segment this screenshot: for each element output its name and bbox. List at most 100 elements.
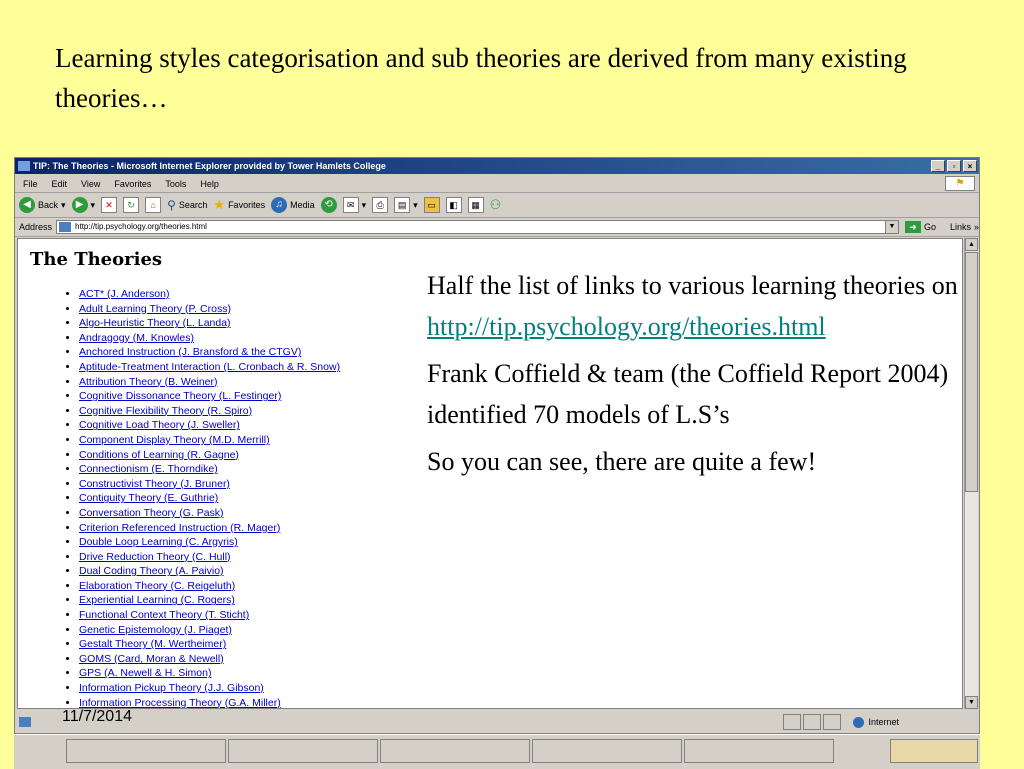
go-button[interactable]: ➜ Go [904, 221, 936, 233]
list-item: Information Pickup Theory (J.J. Gibson) [79, 681, 340, 696]
mail-button[interactable]: ✉ ▾ [342, 197, 367, 213]
theory-link[interactable]: Drive Reduction Theory (C. Hull) [79, 551, 231, 563]
discuss-button[interactable]: ▦ [467, 197, 484, 213]
history-icon: ⟲ [320, 197, 337, 213]
scroll-down-arrow-icon[interactable]: ▼ [965, 696, 978, 709]
theory-link[interactable]: Anchored Instruction (J. Bransford & the… [79, 346, 301, 358]
list-item: Functional Context Theory (T. Sticht) [79, 608, 340, 623]
theory-link[interactable]: Information Pickup Theory (J.J. Gibson) [79, 682, 264, 694]
close-button[interactable]: × [963, 160, 977, 172]
list-item: Andragogy (M. Knowles) [79, 331, 340, 346]
taskbar-item[interactable] [228, 739, 378, 763]
menu-edit[interactable]: Edit [52, 179, 68, 189]
theory-link[interactable]: Algo-Heuristic Theory (L. Landa) [79, 317, 231, 329]
theory-link[interactable]: Connectionism (E. Thorndike) [79, 463, 218, 475]
theory-link[interactable]: Elaboration Theory (C. Reigeluth) [79, 580, 235, 592]
theory-link[interactable]: Andragogy (M. Knowles) [79, 332, 194, 344]
list-item: Criterion Referenced Instruction (R. Mag… [79, 521, 340, 536]
back-arrow-icon: ◀ [19, 197, 35, 213]
maximize-button[interactable]: ▫ [947, 160, 961, 172]
theory-link[interactable]: Experiential Learning (C. Rogers) [79, 594, 235, 606]
list-item: Elaboration Theory (C. Reigeluth) [79, 579, 340, 594]
callout-text: Half the list of links to various learni… [427, 265, 967, 488]
theory-link[interactable]: Cognitive Load Theory (J. Sweller) [79, 419, 240, 431]
theory-link[interactable]: Gestalt Theory (M. Wertheimer) [79, 638, 226, 650]
list-item: Drive Reduction Theory (C. Hull) [79, 550, 340, 565]
menu-bar: File Edit View Favorites Tools Help [15, 175, 979, 193]
research-button[interactable]: ◧ [445, 197, 462, 213]
theory-link[interactable]: Cognitive Dissonance Theory (L. Festinge… [79, 390, 281, 402]
window-titlebar[interactable]: TIP: The Theories - Microsoft Internet E… [15, 158, 979, 174]
chevron-down-icon: ▾ [90, 199, 96, 210]
list-item: ACT* (J. Anderson) [79, 287, 340, 302]
theory-link[interactable]: Double Loop Learning (C. Argyris) [79, 536, 238, 548]
theory-link[interactable]: Dual Coding Theory (A. Paivio) [79, 565, 224, 577]
menu-favorites[interactable]: Favorites [114, 179, 151, 189]
menu-file[interactable]: File [23, 179, 38, 189]
back-button[interactable]: ◀ Back ▾ [19, 197, 66, 213]
chevron-down-icon: ▾ [61, 199, 66, 210]
taskbar-item[interactable] [380, 739, 530, 763]
media-button[interactable]: ♫ Media [271, 197, 315, 213]
links-button[interactable]: Links [950, 222, 971, 232]
list-item: Experiential Learning (C. Rogers) [79, 593, 340, 608]
theory-link[interactable]: GPS (A. Newell & H. Simon) [79, 667, 211, 679]
print-button[interactable]: ⎙ [372, 197, 389, 213]
theory-link[interactable]: GOMS (Card, Moran & Newell) [79, 653, 224, 665]
list-item: GOMS (Card, Moran & Newell) [79, 652, 340, 667]
forward-button[interactable]: ▶ ▾ [71, 197, 96, 213]
windows-flag-icon: ⚑ [945, 176, 975, 191]
list-item: Cognitive Flexibility Theory (R. Spiro) [79, 404, 340, 419]
theory-link[interactable]: Adult Learning Theory (P. Cross) [79, 303, 231, 315]
status-pane [803, 714, 822, 730]
theory-link[interactable]: Conditions of Learning (R. Gagne) [79, 449, 239, 461]
theory-link[interactable]: Aptitude-Treatment Interaction (L. Cronb… [79, 361, 340, 373]
taskbar-item[interactable] [684, 739, 834, 763]
theory-link[interactable]: Functional Context Theory (T. Sticht) [79, 609, 249, 621]
theory-link[interactable]: Criterion Referenced Instruction (R. Mag… [79, 522, 280, 534]
messenger-button[interactable]: ⚇ [490, 197, 502, 213]
list-item: Contiguity Theory (E. Guthrie) [79, 491, 340, 506]
stop-button[interactable]: ✕ [101, 197, 118, 213]
list-item: Cognitive Load Theory (J. Sweller) [79, 418, 340, 433]
home-button[interactable]: ⌂ [145, 197, 162, 213]
favorites-star-icon: ★ [213, 197, 226, 212]
ie-page-icon [18, 161, 30, 171]
menu-tools[interactable]: Tools [165, 179, 186, 189]
edit-button[interactable]: ▤ ▾ [394, 197, 418, 213]
theories-url-link[interactable]: http://tip.psychology.org/theories.html [427, 312, 826, 341]
forward-arrow-icon: ▶ [71, 197, 88, 213]
menu-help[interactable]: Help [200, 179, 219, 189]
chevron-down-icon[interactable]: ▼ [884, 221, 898, 233]
scroll-up-arrow-icon[interactable]: ▲ [965, 238, 978, 251]
theory-link[interactable]: Component Display Theory (M.D. Merrill) [79, 434, 270, 446]
theory-link[interactable]: Conversation Theory (G. Pask) [79, 507, 224, 519]
window-controls: _ ▫ × [931, 160, 977, 172]
history-button[interactable]: ⟲ [320, 197, 337, 213]
theory-link[interactable]: Attribution Theory (B. Weiner) [79, 376, 218, 388]
theory-link[interactable]: Cognitive Flexibility Theory (R. Spiro) [79, 405, 252, 417]
list-item: Cognitive Dissonance Theory (L. Festinge… [79, 389, 340, 404]
folder-button[interactable]: ▭ [423, 197, 440, 213]
chevron-down-icon: ▾ [361, 199, 367, 210]
refresh-button[interactable]: ↻ [123, 197, 140, 213]
toolbar: ◀ Back ▾ ▶ ▾ ✕ ↻ ⌂ ⚲ Search ★ Favorites ♫ Medi… [15, 193, 979, 218]
theory-link[interactable]: Genetic Epistemology (J. Piaget) [79, 624, 232, 636]
printer-icon: ⎙ [372, 197, 389, 213]
media-icon: ♫ [271, 197, 288, 213]
theory-link[interactable]: Information Processing Theory (G.A. Mill… [79, 697, 281, 708]
favorites-button[interactable]: ★ Favorites [213, 197, 265, 213]
theory-link[interactable]: Contiguity Theory (E. Guthrie) [79, 492, 218, 504]
messenger-icon: ⚇ [489, 197, 502, 212]
theory-link[interactable]: Constructivist Theory (J. Bruner) [79, 478, 230, 490]
menu-view[interactable]: View [81, 179, 100, 189]
theory-link[interactable]: ACT* (J. Anderson) [79, 288, 169, 300]
callout-para-2: Frank Coffield & team (the Coffield Repo… [427, 359, 949, 429]
minimize-button[interactable]: _ [931, 160, 945, 172]
taskbar-item[interactable] [532, 739, 682, 763]
search-button[interactable]: ⚲ Search [167, 198, 207, 212]
list-item: Double Loop Learning (C. Argyris) [79, 535, 340, 550]
stop-icon: ✕ [101, 197, 118, 213]
address-input[interactable]: http://tip.psychology.org/theories.html … [56, 220, 899, 234]
taskbar-item[interactable] [66, 739, 226, 763]
